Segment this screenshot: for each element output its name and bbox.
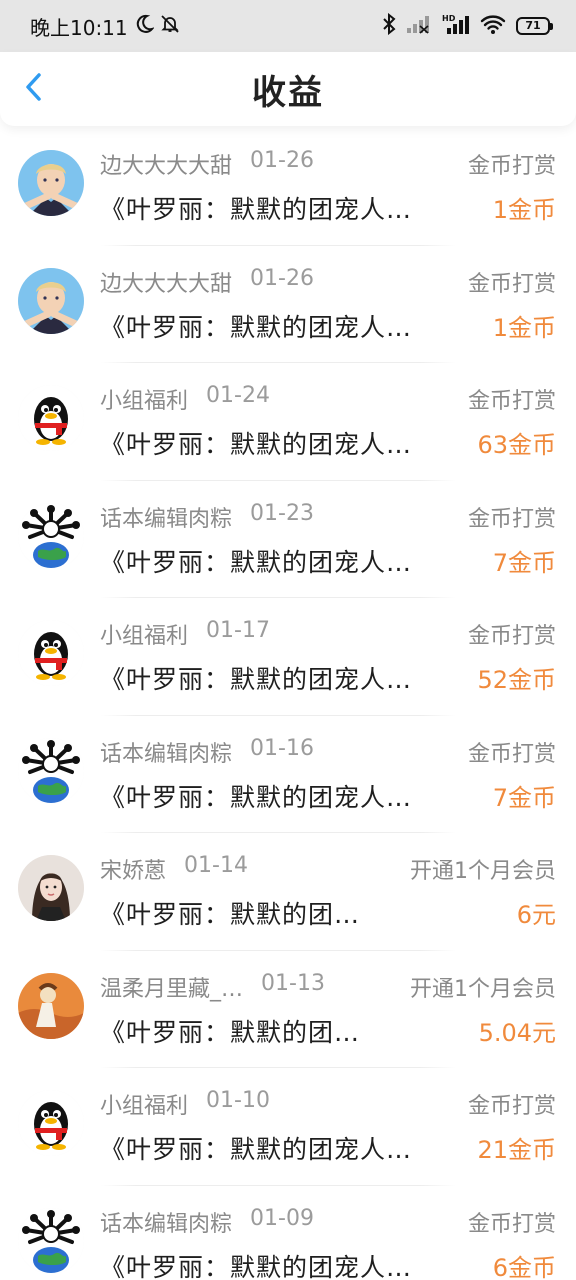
record-date: 01-09 (250, 1205, 314, 1231)
work-title: 《叶罗丽：默默的团… (100, 1017, 361, 1047)
record-date: 01-14 (184, 853, 248, 878)
sender-name: 小组福利 (100, 624, 189, 649)
back-button[interactable] (18, 72, 48, 106)
record-date: 01-24 (206, 383, 270, 408)
chevron-left-icon (24, 72, 42, 106)
earning-amount: 6金币 (492, 1253, 556, 1280)
earning-record[interactable]: 话本编辑肉粽 01-09 金币打赏 《叶罗丽：默默的团宠人… 6金币 (0, 1186, 576, 1280)
wifi-icon (480, 14, 506, 38)
sender-name: 话本编辑肉粽 (100, 506, 233, 532)
earning-type: 金币打赏 (467, 271, 556, 297)
penguin-avatar (18, 620, 84, 686)
orange-avatar (18, 972, 84, 1039)
page-title: 收益 (252, 72, 324, 113)
girl-avatar (18, 855, 84, 921)
earning-record[interactable]: 话本编辑肉粽 01-16 金币打赏 《叶罗丽：默默的团宠人… 7金币 (0, 716, 576, 833)
sender-name: 小组福利 (100, 389, 189, 414)
svg-text:HD: HD (442, 14, 456, 23)
earning-amount: 52金币 (477, 666, 556, 694)
status-left: 晚上10:11 (30, 12, 180, 41)
earning-type: 金币打赏 (467, 1094, 556, 1119)
earning-amount: 7金币 (492, 783, 556, 812)
earning-record[interactable]: 边大大大大甜 01-26 金币打赏 《叶罗丽：默默的团宠人… 1金币 (0, 128, 576, 246)
status-bar: 晚上10:11 HD 71 (0, 0, 576, 52)
sender-name: 宋娇蒽 (100, 859, 167, 884)
work-title: 《叶罗丽：默默的团宠人… (100, 782, 413, 812)
earning-record[interactable]: 温柔月里藏_… 01-13 开通1个月会员 《叶罗丽：默默的团… 5.04元 (0, 951, 576, 1068)
earning-record[interactable]: 宋娇蒽 01-14 开通1个月会员 《叶罗丽：默默的团… 6元 (0, 833, 576, 951)
globe-avatar (18, 502, 84, 569)
sender-name: 话本编辑肉粽 (100, 741, 233, 767)
earnings-list: 边大大大大甜 01-26 金币打赏 《叶罗丽：默默的团宠人… 1金币 边大大大大… (0, 128, 576, 1280)
earning-record[interactable]: 小组福利 01-17 金币打赏 《叶罗丽：默默的团宠人… 52金币 (0, 598, 576, 716)
earning-type: 开通1个月会员 (410, 859, 556, 884)
work-title: 《叶罗丽：默默的团宠人… (100, 1135, 413, 1164)
work-title: 《叶罗丽：默默的团宠人… (100, 665, 413, 694)
work-title: 《叶罗丽：默默的团宠人… (100, 1252, 413, 1280)
globe-avatar (18, 737, 84, 804)
earning-amount: 5.04元 (478, 1018, 556, 1047)
earning-record[interactable]: 小组福利 01-24 金币打赏 《叶罗丽：默默的团宠人… 63金币 (0, 363, 576, 481)
earning-record[interactable]: 边大大大大甜 01-26 金币打赏 《叶罗丽：默默的团宠人… 1金币 (0, 246, 576, 363)
earning-type: 金币打赏 (467, 1211, 556, 1237)
work-title: 《叶罗丽：默默的团宠人… (100, 430, 413, 459)
moon-icon (134, 14, 155, 39)
record-date: 01-26 (250, 265, 314, 291)
record-date: 01-23 (250, 500, 314, 526)
earning-amount: 1金币 (492, 313, 556, 342)
sender-name: 话本编辑肉粽 (100, 1211, 233, 1237)
work-title: 《叶罗丽：默默的团宠人… (100, 195, 413, 224)
boy-avatar (18, 150, 84, 216)
bluetooth-icon (382, 12, 396, 39)
work-title: 《叶罗丽：默默的团… (100, 900, 361, 929)
record-date: 01-17 (206, 618, 270, 643)
record-date: 01-26 (250, 148, 314, 173)
earning-amount: 21金币 (477, 1136, 556, 1164)
earning-type: 金币打赏 (467, 154, 556, 179)
earning-amount: 7金币 (492, 548, 556, 577)
penguin-avatar (18, 1090, 84, 1156)
earning-type: 金币打赏 (467, 389, 556, 414)
earning-type: 开通1个月会员 (410, 976, 556, 1002)
earning-amount: 63金币 (477, 431, 556, 459)
earning-type: 金币打赏 (467, 506, 556, 532)
mute-bell-icon (160, 14, 180, 39)
header: 收益 (0, 52, 576, 126)
hd-signal-icon: HD (442, 13, 470, 39)
sender-name: 边大大大大甜 (100, 154, 233, 179)
record-date: 01-10 (206, 1088, 270, 1113)
record-date: 01-16 (250, 735, 314, 761)
signal-icon (406, 14, 432, 38)
penguin-avatar (18, 385, 84, 451)
boy-avatar (18, 267, 84, 334)
record-date: 01-13 (261, 970, 325, 996)
work-title: 《叶罗丽：默默的团宠人… (100, 312, 413, 342)
earning-record[interactable]: 小组福利 01-10 金币打赏 《叶罗丽：默默的团宠人… 21金币 (0, 1068, 576, 1186)
sender-name: 小组福利 (100, 1094, 189, 1119)
globe-avatar (18, 1207, 84, 1274)
work-title: 《叶罗丽：默默的团宠人… (100, 547, 413, 577)
earning-amount: 1金币 (492, 196, 556, 224)
status-time: 晚上10:11 (30, 15, 128, 40)
sender-name: 温柔月里藏_… (100, 976, 244, 1002)
sender-name: 边大大大大甜 (100, 271, 233, 297)
earning-record[interactable]: 话本编辑肉粽 01-23 金币打赏 《叶罗丽：默默的团宠人… 7金币 (0, 481, 576, 598)
earning-type: 金币打赏 (467, 741, 556, 767)
battery-icon: 71 (516, 17, 553, 35)
earning-amount: 6元 (516, 901, 556, 929)
earning-type: 金币打赏 (467, 624, 556, 649)
status-right: HD 71 (382, 12, 553, 39)
